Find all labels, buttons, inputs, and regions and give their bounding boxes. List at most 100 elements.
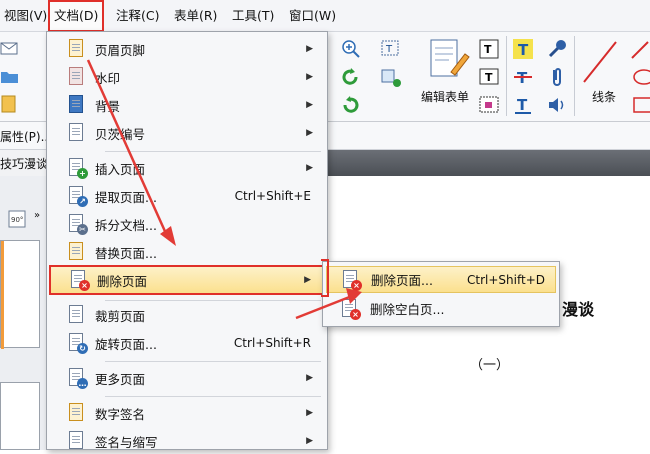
delete-page-icon: × bbox=[69, 270, 90, 291]
header-footer-icon bbox=[67, 39, 87, 59]
menu-item-rotate-pages[interactable]: ↻ 旋转页面... Ctrl+Shift+R bbox=[49, 330, 325, 356]
submenu-item-label: 删除页面... bbox=[371, 273, 433, 288]
menu-item-label: 旋转页面... bbox=[95, 336, 157, 352]
background-icon bbox=[67, 95, 87, 115]
email-icon[interactable] bbox=[0, 38, 22, 60]
menu-item-watermark[interactable]: 水印 ▶ bbox=[49, 64, 325, 90]
page-thumbnail-2[interactable] bbox=[0, 382, 40, 450]
menu-tools[interactable]: 工具(T) bbox=[228, 0, 278, 32]
menu-item-split-document[interactable]: ✂ 拆分文档... bbox=[49, 211, 325, 237]
menu-item-label: 背景 bbox=[95, 98, 121, 114]
text-select-icon[interactable]: T bbox=[380, 38, 402, 60]
submenu-arrow-icon: ▶ bbox=[306, 163, 313, 173]
sign-initials-icon bbox=[67, 431, 87, 451]
attachment-icon[interactable] bbox=[546, 66, 568, 88]
line-label[interactable]: 线条 bbox=[592, 88, 616, 105]
menu-item-digital-signature[interactable]: 数字签名 ▶ bbox=[49, 400, 325, 426]
menu-item-sign-initials[interactable]: 签名与缩写 ▶ bbox=[49, 428, 325, 454]
submenu-arrow-icon: ▶ bbox=[306, 408, 313, 418]
document-tab[interactable]: 技巧漫谈 bbox=[0, 150, 48, 176]
edit-form-label[interactable]: 编辑表单 bbox=[421, 88, 469, 105]
menu-item-label: 贝茨编号 bbox=[95, 126, 146, 142]
sound-icon[interactable] bbox=[546, 94, 568, 116]
document-menu-dropdown: 页眉页脚 ▶ 水印 ▶ 背景 ▶ 贝茨编号 ▶ + 插入页面 ▶ ↗ 提取页面.… bbox=[46, 31, 328, 450]
menu-item-insert-pages[interactable]: + 插入页面 ▶ bbox=[49, 155, 325, 181]
svg-text:T: T bbox=[484, 43, 492, 56]
svg-text:T: T bbox=[518, 41, 529, 59]
menu-item-shortcut: Ctrl+Shift+E bbox=[234, 189, 311, 203]
menu-item-label: 更多页面 bbox=[95, 371, 146, 387]
delete-pages-submenu: × 删除页面... Ctrl+Shift+D × 删除空白页... bbox=[322, 261, 560, 327]
menu-item-header-footer[interactable]: 页眉页脚 ▶ bbox=[49, 36, 325, 62]
submenu-arrow-icon: ▶ bbox=[306, 100, 313, 110]
menu-view[interactable]: 视图(V) bbox=[0, 0, 51, 32]
menu-form[interactable]: 表单(R) bbox=[170, 0, 221, 32]
crop-page-icon bbox=[67, 305, 87, 325]
properties-label[interactable]: 属性(P)... bbox=[0, 128, 52, 145]
menu-document[interactable]: 文档(D) bbox=[48, 0, 105, 32]
menu-item-extract-pages[interactable]: ↗ 提取页面... Ctrl+Shift+E bbox=[49, 183, 325, 209]
replace-page-icon bbox=[67, 242, 87, 262]
menu-item-delete-pages[interactable]: × 删除页面 ▶ bbox=[49, 265, 325, 295]
strikeout-text-icon[interactable]: T bbox=[512, 66, 534, 88]
rotate-right-icon[interactable] bbox=[340, 94, 362, 116]
underline-text-icon[interactable]: T bbox=[512, 94, 534, 116]
line-tool-icon[interactable] bbox=[580, 38, 620, 86]
insert-page-icon: + bbox=[67, 158, 88, 179]
arrow-tool-icon[interactable] bbox=[630, 38, 650, 60]
svg-text:T: T bbox=[517, 96, 528, 114]
document-tab-label[interactable]: 技巧漫谈 bbox=[0, 155, 48, 172]
rotate-left-icon[interactable] bbox=[340, 66, 362, 88]
document-title: 漫谈 bbox=[562, 300, 595, 319]
digital-signature-icon bbox=[67, 403, 87, 423]
svg-text:T: T bbox=[385, 44, 393, 55]
highlight-text-icon[interactable]: T bbox=[512, 38, 534, 60]
folder-icon[interactable] bbox=[0, 66, 22, 88]
menu-item-crop-pages[interactable]: 裁剪页面 bbox=[49, 302, 325, 328]
add-text-field-icon[interactable] bbox=[380, 66, 402, 88]
delete-page-icon: × bbox=[341, 269, 362, 291]
menu-item-shortcut: Ctrl+Shift+R bbox=[233, 336, 311, 350]
watermark-icon bbox=[67, 67, 87, 87]
more-pages-icon: … bbox=[67, 368, 88, 389]
menu-item-label: 水印 bbox=[95, 70, 121, 86]
edit-form-icon[interactable] bbox=[425, 38, 471, 82]
menu-item-more-pages[interactable]: … 更多页面 ▶ bbox=[49, 365, 325, 391]
pin-icon[interactable] bbox=[546, 38, 568, 60]
menu-item-replace-pages[interactable]: 替换页面... bbox=[49, 239, 325, 265]
text-field-icon[interactable]: T bbox=[478, 66, 500, 88]
ellipse-tool-icon[interactable] bbox=[630, 66, 650, 88]
menu-comment[interactable]: 注释(C) bbox=[112, 0, 163, 32]
zoom-in-icon[interactable] bbox=[340, 38, 362, 60]
menu-item-label: 裁剪页面 bbox=[95, 308, 146, 324]
menu-item-bates-numbering[interactable]: 贝茨编号 ▶ bbox=[49, 120, 325, 146]
submenu-arrow-icon: ▶ bbox=[304, 275, 311, 285]
svg-text:T: T bbox=[485, 71, 493, 84]
menu-window[interactable]: 窗口(W) bbox=[285, 0, 340, 32]
submenu-item-delete-blank-pages[interactable]: × 删除空白页... bbox=[326, 295, 556, 322]
menu-item-label: 删除页面 bbox=[97, 273, 148, 289]
menu-item-label: 页眉页脚 bbox=[95, 42, 146, 58]
svg-text:90°: 90° bbox=[11, 216, 23, 224]
menu-bar: 视图(V) 文档(D) 注释(C) 表单(R) 工具(T) 窗口(W) bbox=[0, 0, 650, 32]
highlight-frame bbox=[321, 259, 329, 297]
menu-item-label: 签名与缩写 bbox=[95, 434, 158, 450]
submenu-arrow-icon: ▶ bbox=[306, 436, 313, 446]
submenu-arrow-icon: ▶ bbox=[306, 44, 313, 54]
extract-page-icon: ↗ bbox=[67, 186, 88, 207]
menu-separator bbox=[105, 151, 321, 152]
submenu-arrow-icon: ▶ bbox=[306, 128, 313, 138]
document-subtitle: （一） bbox=[470, 358, 510, 373]
menu-separator bbox=[105, 361, 321, 362]
rotate-90-icon[interactable]: 90° bbox=[8, 208, 32, 230]
barcode-icon[interactable]: T bbox=[478, 38, 500, 60]
menu-item-background[interactable]: 背景 ▶ bbox=[49, 92, 325, 118]
image-field-icon[interactable] bbox=[478, 94, 500, 116]
page-thumbnail-1[interactable] bbox=[0, 240, 40, 349]
rotate-page-icon: ↻ bbox=[67, 333, 88, 354]
delete-blank-page-icon: × bbox=[340, 298, 361, 320]
expand-chevron-icon[interactable]: » bbox=[34, 210, 40, 221]
submenu-item-delete-pages[interactable]: × 删除页面... Ctrl+Shift+D bbox=[326, 266, 556, 293]
rectangle-tool-icon[interactable] bbox=[630, 94, 650, 116]
page-icon[interactable] bbox=[0, 94, 22, 116]
